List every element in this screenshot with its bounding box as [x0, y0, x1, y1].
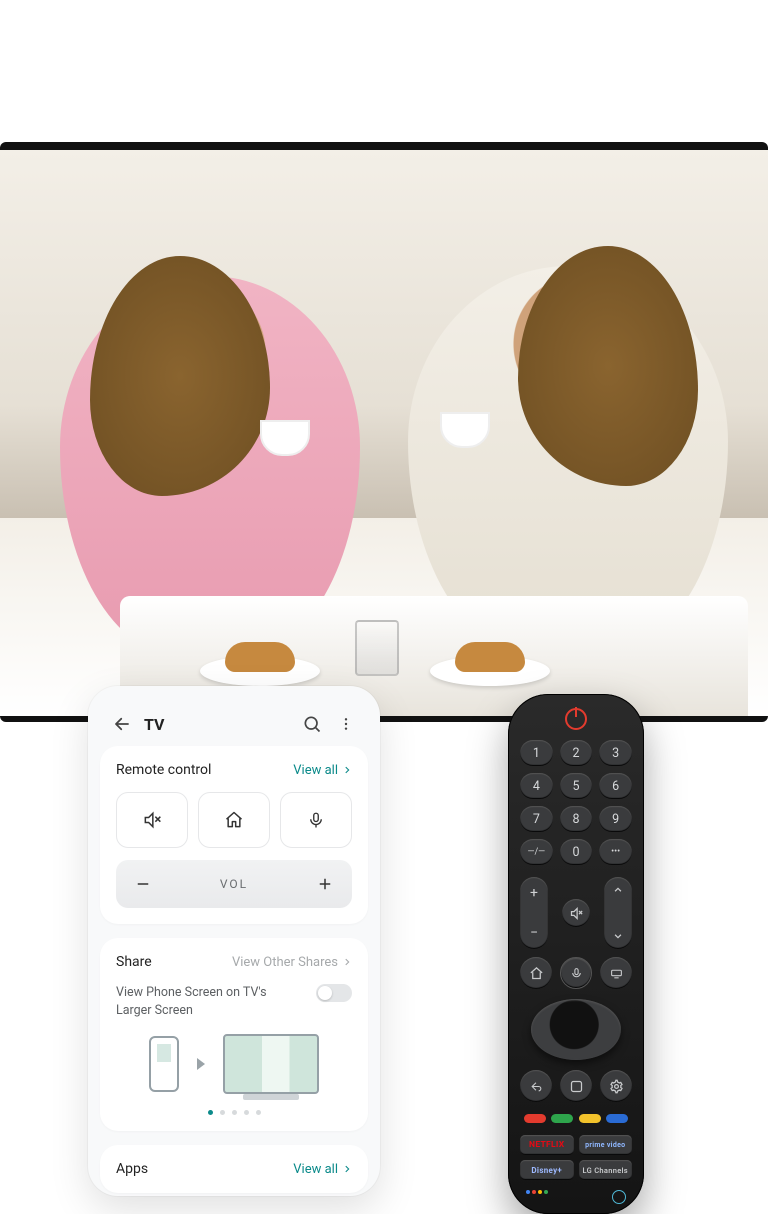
remote-control-card: Remote control View all VOL [100, 746, 368, 924]
screen-share-toggle[interactable] [316, 984, 352, 1002]
num-8-button[interactable]: 8 [560, 806, 593, 832]
remote-control-title: Remote control [116, 762, 211, 778]
view-other-label: View Other Shares [232, 955, 338, 970]
more-actions-button[interactable]: ••• [599, 839, 632, 865]
arrow-icon [197, 1058, 205, 1070]
volume-bar: VOL [116, 860, 352, 908]
yellow-button[interactable] [579, 1114, 601, 1123]
channel-rocker[interactable] [604, 877, 632, 949]
red-button[interactable] [524, 1114, 546, 1123]
mini-tv-icon [223, 1034, 319, 1094]
share-card: Share View Other Shares View Phone Scree… [100, 938, 368, 1131]
num-0-button[interactable]: 0 [560, 839, 593, 865]
number-pad: 1 2 3 4 5 6 7 8 9 —/— 0 ••• [520, 740, 632, 865]
google-assistant-icon[interactable] [526, 1190, 548, 1204]
num-2-button[interactable]: 2 [560, 740, 593, 766]
search-icon[interactable] [300, 712, 324, 736]
water-glass [355, 620, 399, 676]
volume-label: VOL [220, 877, 248, 891]
num-9-button[interactable]: 9 [599, 806, 632, 832]
share-illustration [116, 1034, 352, 1094]
mini-phone-icon [149, 1036, 179, 1092]
netflix-button[interactable]: NETFLIX [520, 1135, 574, 1155]
mic-button[interactable] [560, 957, 592, 989]
volume-down-button[interactable] [134, 875, 152, 893]
mute-button[interactable] [116, 792, 188, 848]
volume-up-button[interactable] [316, 875, 334, 893]
pager-dot[interactable] [208, 1110, 213, 1115]
prime-video-button[interactable]: prime video [579, 1135, 633, 1155]
blue-button[interactable] [606, 1114, 628, 1123]
back-button[interactable] [520, 1070, 552, 1102]
smart-button[interactable] [560, 1070, 592, 1102]
phone-title: TV [144, 715, 165, 734]
pager-dots [116, 1110, 352, 1115]
tv-frame [0, 142, 768, 722]
num-7-button[interactable]: 7 [520, 806, 553, 832]
num-4-button[interactable]: 4 [520, 773, 553, 799]
green-button[interactable] [551, 1114, 573, 1123]
home-button[interactable] [520, 957, 552, 989]
num-3-button[interactable]: 3 [599, 740, 632, 766]
dash-button[interactable]: —/— [520, 839, 553, 865]
num-5-button[interactable]: 5 [560, 773, 593, 799]
input-button[interactable] [600, 957, 632, 989]
pager-dot[interactable] [232, 1110, 237, 1115]
apps-card: Apps View all [100, 1145, 368, 1193]
phone-header: TV [100, 698, 368, 746]
phone-app-card: TV Remote control View all [88, 686, 380, 1196]
apps-viewall-label: View all [293, 1162, 338, 1177]
pager-dot[interactable] [220, 1110, 225, 1115]
home-button[interactable] [198, 792, 270, 848]
power-icon[interactable] [565, 708, 587, 730]
croissant [225, 642, 295, 672]
share-description: View Phone Screen on TV's Larger Screen [116, 984, 286, 1020]
back-icon[interactable] [110, 712, 134, 736]
color-buttons [520, 1114, 632, 1123]
alexa-icon[interactable] [612, 1190, 626, 1204]
apps-title: Apps [116, 1161, 148, 1177]
viewall-label: View all [293, 763, 338, 778]
settings-button[interactable] [600, 1070, 632, 1102]
apps-viewall[interactable]: View all [293, 1162, 352, 1177]
nav-wheel[interactable] [531, 999, 621, 1060]
share-title: Share [116, 954, 152, 970]
voice-button[interactable] [280, 792, 352, 848]
disney-plus-button[interactable]: Disney+ [520, 1160, 574, 1180]
physical-remote: 1 2 3 4 5 6 7 8 9 —/— 0 ••• +− [508, 694, 644, 1214]
pager-dot[interactable] [256, 1110, 261, 1115]
more-icon[interactable] [334, 712, 358, 736]
pager-dot[interactable] [244, 1110, 249, 1115]
lg-channels-button[interactable]: LG Channels [579, 1160, 633, 1180]
croissant [455, 642, 525, 672]
tv-screen-content [0, 150, 768, 716]
share-view-other[interactable]: View Other Shares [232, 955, 352, 970]
mute-button[interactable] [562, 899, 590, 927]
volume-rocker[interactable]: +− [520, 877, 548, 949]
remote-control-viewall[interactable]: View all [293, 763, 352, 778]
num-6-button[interactable]: 6 [599, 773, 632, 799]
num-1-button[interactable]: 1 [520, 740, 553, 766]
